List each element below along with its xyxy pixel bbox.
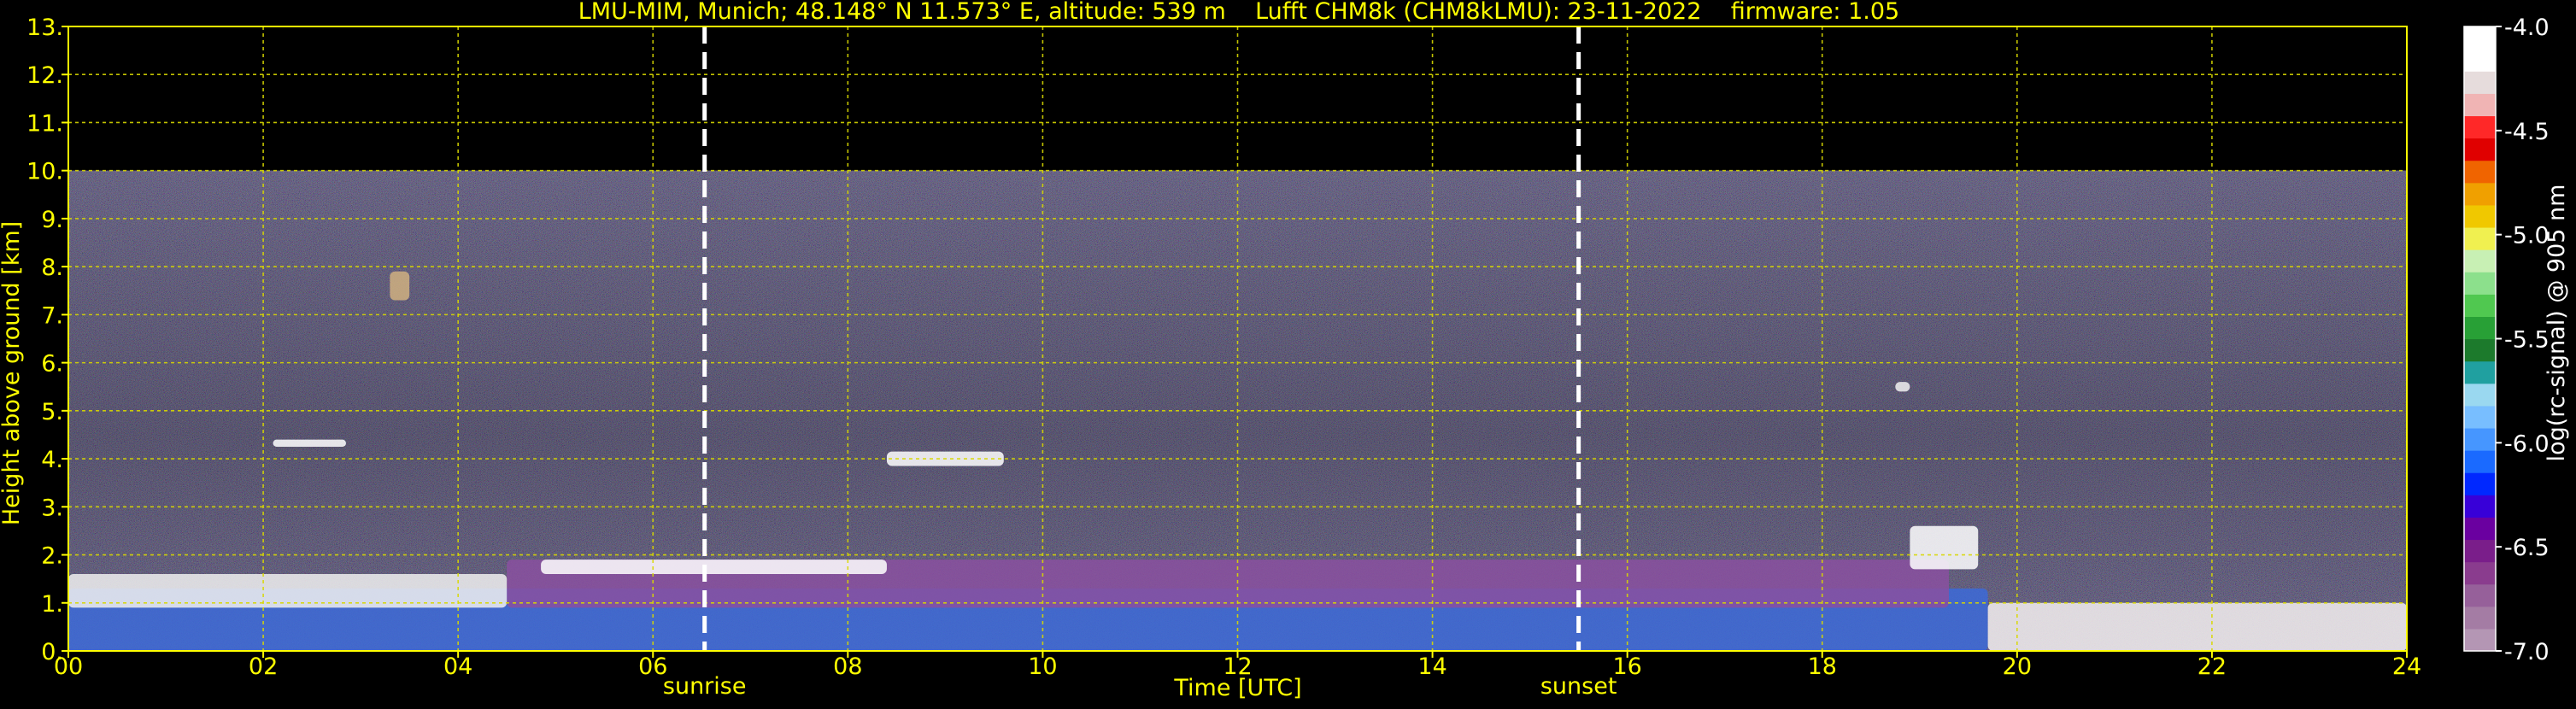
ceilometer-chart: LMU-MIM, Munich; 48.148° N 11.573° E, al… bbox=[0, 0, 2576, 706]
colorbar-tick-label: -6.5 bbox=[2504, 535, 2550, 561]
colorbar-level bbox=[2464, 583, 2496, 607]
feature-9 bbox=[1895, 382, 1910, 392]
colorbar-level bbox=[2464, 272, 2496, 295]
colorbar-tick-label: -7.0 bbox=[2504, 639, 2550, 665]
colorbar-level bbox=[2464, 71, 2496, 94]
colorbar-level bbox=[2464, 606, 2496, 630]
feature-7 bbox=[1910, 525, 1979, 570]
colorbar-level bbox=[2464, 316, 2496, 340]
y-tick-label: 9. bbox=[41, 207, 63, 233]
colorbar-tick-label: -4.5 bbox=[2504, 119, 2550, 145]
chart-svg: LMU-MIM, Munich; 48.148° N 11.573° E, al… bbox=[0, 0, 2570, 701]
y-tick-label: 13. bbox=[26, 15, 63, 41]
x-tick-label: 06 bbox=[638, 653, 667, 680]
colorbar-level bbox=[2464, 338, 2496, 362]
colorbar-level bbox=[2464, 294, 2496, 317]
y-tick-label: 7. bbox=[41, 302, 63, 329]
colorbar-level bbox=[2464, 495, 2496, 518]
y-axis-label: Height above ground [km] bbox=[0, 221, 25, 525]
colorbar-level bbox=[2464, 204, 2496, 228]
y-tick-label: 1. bbox=[41, 591, 63, 618]
feature-3 bbox=[541, 560, 887, 575]
x-tick-label: 08 bbox=[833, 653, 862, 680]
y-tick-label: 6. bbox=[41, 351, 63, 378]
x-tick-label: 20 bbox=[2003, 653, 2032, 680]
colorbar-level bbox=[2464, 182, 2496, 206]
feature-8 bbox=[1987, 602, 2407, 651]
x-tick-label: 24 bbox=[2392, 653, 2421, 680]
colorbar-level bbox=[2464, 93, 2496, 117]
x-tick-label: 10 bbox=[1028, 653, 1057, 680]
x-tick-label: 18 bbox=[1808, 653, 1837, 680]
colorbar-tick-label: -4.0 bbox=[2504, 15, 2550, 41]
colorbar-level bbox=[2464, 450, 2496, 473]
y-tick-label: 11. bbox=[26, 110, 63, 137]
colorbar-tick-label: -5.0 bbox=[2504, 223, 2550, 249]
chart-title: LMU-MIM, Munich; 48.148° N 11.573° E, al… bbox=[578, 0, 1899, 25]
x-tick-label: 16 bbox=[1612, 653, 1641, 680]
x-tick-label: 12 bbox=[1223, 653, 1252, 680]
y-tick-label: 4. bbox=[41, 447, 63, 473]
colorbar-level bbox=[2464, 26, 2496, 50]
colorbar-level bbox=[2464, 360, 2496, 384]
colorbar-tick-label: -5.5 bbox=[2504, 327, 2550, 354]
feature-6 bbox=[390, 271, 410, 301]
colorbar-level bbox=[2464, 160, 2496, 184]
x-tick-label: 02 bbox=[249, 653, 278, 680]
colorbar-level bbox=[2464, 226, 2496, 250]
colorbar-level bbox=[2464, 115, 2496, 139]
colorbar-tick-label: -6.0 bbox=[2504, 431, 2550, 457]
y-tick-label: 8. bbox=[41, 255, 63, 281]
colorbar-level bbox=[2464, 405, 2496, 429]
y-tick-label: 12. bbox=[26, 62, 63, 89]
y-tick-label: 3. bbox=[41, 495, 63, 521]
colorbar-level bbox=[2464, 427, 2496, 451]
colorbar-level bbox=[2464, 539, 2496, 563]
marker-label-sunrise: sunrise bbox=[663, 673, 747, 700]
colorbar-level bbox=[2464, 561, 2496, 585]
colorbar-level bbox=[2464, 472, 2496, 495]
feature-5 bbox=[273, 439, 347, 448]
colorbar-level bbox=[2464, 383, 2496, 407]
y-tick-label: 10. bbox=[26, 159, 63, 185]
y-tick-label: 0. bbox=[41, 639, 63, 665]
colorbar-level bbox=[2464, 517, 2496, 541]
colorbar-level bbox=[2464, 138, 2496, 161]
colorbar-level bbox=[2464, 249, 2496, 272]
marker-label-sunset: sunset bbox=[1540, 673, 1617, 700]
colorbar-level bbox=[2464, 49, 2496, 72]
colorbar-level bbox=[2464, 628, 2496, 652]
x-tick-label: 14 bbox=[1417, 653, 1446, 680]
x-tick-label: 22 bbox=[2198, 653, 2227, 680]
y-tick-label: 5. bbox=[41, 399, 63, 425]
x-tick-label: 04 bbox=[443, 653, 472, 680]
y-tick-label: 2. bbox=[41, 543, 63, 570]
